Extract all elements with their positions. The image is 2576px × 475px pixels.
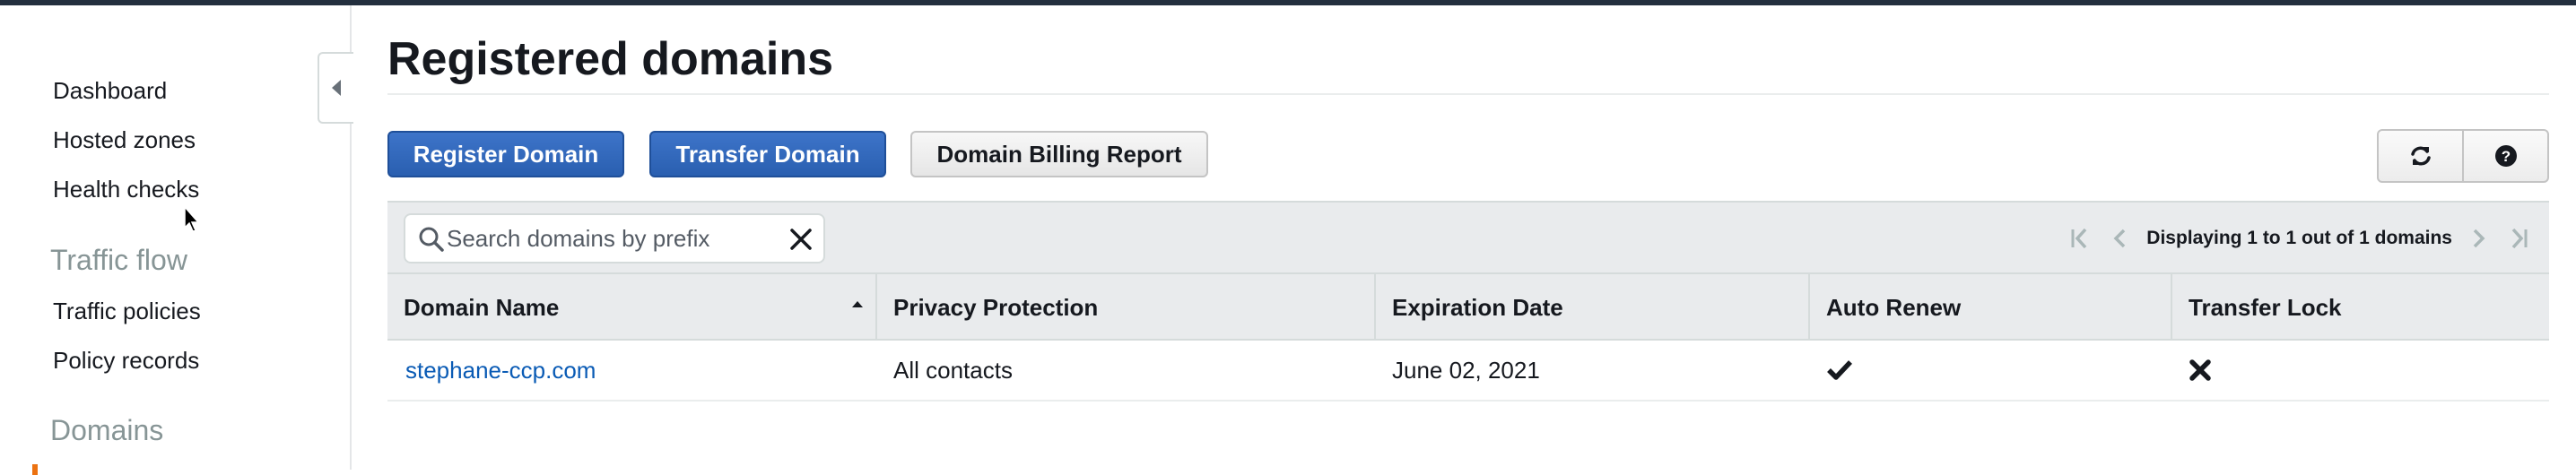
domain-billing-report-button[interactable]: Domain Billing Report <box>910 131 1208 177</box>
column-header-auto-renew[interactable]: Auto Renew <box>1808 274 2171 341</box>
sidebar: Dashboard Hosted zones Health checks Tra… <box>0 5 352 475</box>
auto-renew-cell <box>1808 341 2171 400</box>
expiration-date-cell: June 02, 2021 <box>1392 356 1540 384</box>
table-header: Domain Name Privacy Protection Expiratio… <box>387 272 2549 341</box>
chevron-left-icon <box>332 80 341 96</box>
search-input[interactable] <box>447 222 770 255</box>
previous-page-icon[interactable] <box>2110 226 2128 251</box>
column-header-label: Domain Name <box>404 293 560 321</box>
sidebar-item-policy-records[interactable]: Policy records <box>53 347 199 375</box>
sidebar-section-domains: Domains <box>50 414 164 446</box>
sidebar-item-health-checks[interactable]: Health checks <box>53 176 199 203</box>
title-divider <box>387 93 2549 95</box>
x-icon <box>2189 359 2211 381</box>
last-page-icon[interactable] <box>2506 226 2531 251</box>
svg-text:?: ? <box>2501 148 2510 165</box>
transfer-domain-button[interactable]: Transfer Domain <box>649 131 886 177</box>
clear-search-icon[interactable] <box>788 226 814 253</box>
page-title: Registered domains <box>387 33 834 85</box>
sidebar-item-hosted-zones[interactable]: Hosted zones <box>53 126 196 154</box>
column-header-domain-name[interactable]: Domain Name <box>387 274 875 341</box>
table-toolbar: Displaying 1 to 1 out of 1 domains <box>387 201 2549 272</box>
active-indicator <box>32 464 38 475</box>
pagination: Displaying 1 to 1 out of 1 domains <box>2067 220 2531 256</box>
top-header-bar <box>0 0 2576 5</box>
mouse-cursor-icon <box>184 206 200 232</box>
collapse-sidebar-button[interactable] <box>318 52 353 124</box>
help-icon: ? <box>2494 145 2517 167</box>
sort-ascending-icon <box>852 301 863 307</box>
check-icon <box>1827 360 1853 380</box>
refresh-icon <box>2410 146 2431 166</box>
search-icon <box>419 227 444 252</box>
column-header-privacy-protection[interactable]: Privacy Protection <box>875 274 1374 341</box>
column-header-label: Expiration Date <box>1392 293 1563 321</box>
first-page-icon[interactable] <box>2067 226 2093 251</box>
sidebar-item-traffic-policies[interactable]: Traffic policies <box>53 298 201 325</box>
sidebar-section-traffic-flow: Traffic flow <box>50 244 187 276</box>
toolbar-icon-group: ? <box>2377 129 2549 183</box>
column-header-label: Transfer Lock <box>2189 293 2342 321</box>
privacy-protection-cell: All contacts <box>893 356 1013 384</box>
domain-name-cell: stephane-ccp.com <box>387 341 875 400</box>
column-header-label: Auto Renew <box>1826 293 1962 321</box>
column-header-label: Privacy Protection <box>893 293 1099 321</box>
domain-name-link[interactable]: stephane-ccp.com <box>405 357 596 384</box>
column-header-expiration-date[interactable]: Expiration Date <box>1374 274 1808 341</box>
register-domain-button[interactable]: Register Domain <box>387 131 624 177</box>
transfer-lock-cell <box>2171 341 2549 400</box>
next-page-icon[interactable] <box>2470 226 2488 251</box>
help-button[interactable]: ? <box>2462 131 2547 181</box>
refresh-button[interactable] <box>2379 131 2462 181</box>
search-box <box>404 213 825 263</box>
column-header-transfer-lock[interactable]: Transfer Lock <box>2171 274 2549 341</box>
sidebar-item-dashboard[interactable]: Dashboard <box>53 77 167 105</box>
table-row[interactable]: stephane-ccp.com All contacts June 02, 2… <box>387 341 2549 402</box>
pagination-status: Displaying 1 to 1 out of 1 domains <box>2146 228 2452 248</box>
